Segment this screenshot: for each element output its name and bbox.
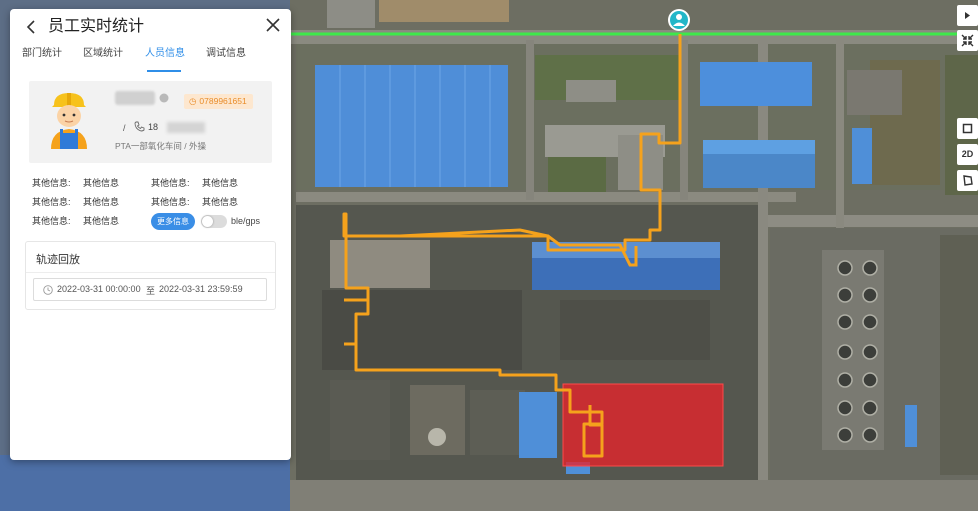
info-value: 其他信息 bbox=[202, 178, 239, 188]
tab-active-indicator bbox=[147, 70, 181, 72]
chevron-left-icon[interactable] bbox=[23, 18, 41, 36]
clock-icon: ◷ bbox=[189, 96, 197, 106]
date-range-picker[interactable]: 2022-03-31 00:00:00 至 2022-03-31 23:59:5… bbox=[33, 278, 267, 301]
track-playback-section: 轨迹回放 2022-03-31 00:00:00 至 2022-03-31 23… bbox=[25, 241, 276, 310]
tab-debug-info[interactable]: 调试信息 bbox=[206, 47, 246, 61]
gender-icon bbox=[159, 93, 169, 103]
shrink-icon bbox=[961, 34, 974, 47]
date-start[interactable]: 2022-03-31 00:00:00 bbox=[57, 284, 141, 294]
phone-icon bbox=[134, 121, 145, 132]
name-redacted bbox=[115, 91, 155, 105]
gender-separator: / bbox=[123, 123, 126, 133]
tab-department-stats[interactable]: 部门统计 bbox=[22, 47, 62, 61]
info-value: 其他信息 bbox=[83, 178, 120, 188]
fullscreen-exit-button[interactable] bbox=[957, 30, 978, 51]
divider bbox=[26, 272, 275, 273]
info-value: 其他信息 bbox=[83, 197, 120, 207]
info-label: 其他信息: bbox=[151, 197, 190, 207]
area-draw-button[interactable] bbox=[957, 170, 978, 191]
info-label: 其他信息: bbox=[32, 178, 71, 188]
close-icon[interactable] bbox=[264, 16, 282, 34]
person-card: ◷ 0789961651 / 18 PTA一部氧化车间 / 外操 bbox=[29, 81, 272, 163]
polygon-icon bbox=[963, 175, 973, 186]
track-playback-title: 轨迹回放 bbox=[36, 254, 80, 266]
tab-bar: 部门统计 区域统计 人员信息 调试信息 bbox=[10, 47, 291, 73]
phone-number: 18 bbox=[148, 122, 159, 132]
ble-gps-label: ble/gps bbox=[231, 216, 261, 226]
tab-area-stats[interactable]: 区域统计 bbox=[83, 47, 123, 61]
date-end[interactable]: 2022-03-31 23:59:59 bbox=[159, 284, 243, 294]
frame-icon bbox=[962, 123, 973, 134]
date-separator: 至 bbox=[146, 286, 156, 296]
department-label: PTA一部氧化车间 / 外操 bbox=[115, 141, 206, 151]
more-info-button[interactable]: 更多信息 bbox=[151, 213, 195, 230]
panel-title: 员工实时统计 bbox=[48, 18, 145, 35]
worker-avatar-icon bbox=[51, 93, 87, 149]
info-label: 其他信息: bbox=[32, 197, 71, 207]
phone-redacted bbox=[167, 122, 205, 133]
toggle-knob bbox=[202, 216, 213, 227]
info-value: 其他信息 bbox=[83, 216, 120, 226]
tab-person-info[interactable]: 人员信息 bbox=[145, 47, 185, 61]
frame-select-button[interactable] bbox=[957, 118, 978, 139]
clock-icon bbox=[43, 285, 53, 295]
info-label: 其他信息: bbox=[32, 216, 71, 226]
device-id-badge: ◷ 0789961651 bbox=[184, 94, 253, 109]
ble-gps-toggle[interactable] bbox=[201, 215, 227, 228]
panel-header: 员工实时统计 bbox=[10, 9, 291, 45]
info-label: 其他信息: bbox=[151, 178, 190, 188]
info-value: 其他信息 bbox=[202, 197, 239, 207]
view-2d-button[interactable]: 2D bbox=[957, 144, 978, 165]
person-location-marker[interactable] bbox=[668, 9, 690, 31]
device-id-text: 0789961651 bbox=[199, 96, 247, 106]
collapse-arrow-button[interactable] bbox=[957, 5, 978, 26]
employee-stats-panel: 员工实时统计 部门统计 区域统计 人员信息 调试信息 ◷ 0789961651 / bbox=[10, 9, 291, 460]
play-arrow-icon bbox=[965, 12, 970, 19]
